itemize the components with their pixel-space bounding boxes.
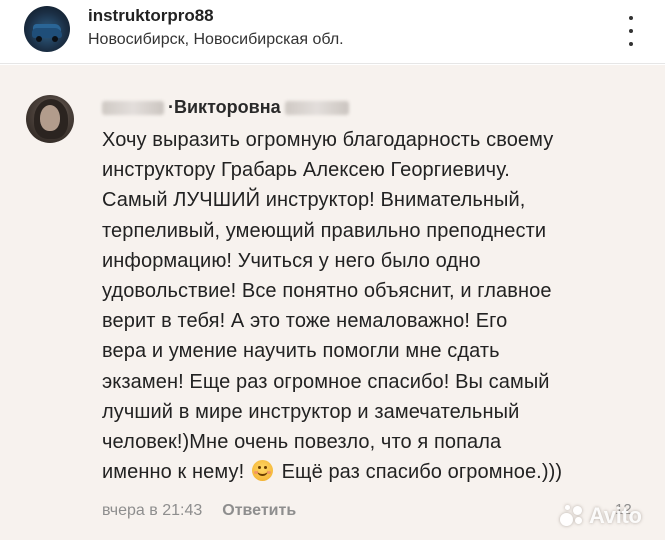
avito-watermark: Avito [560, 503, 642, 529]
comment-line: верит в тебя! А это тоже немаловажно! Ег… [102, 310, 508, 333]
comment-line-last: именно к нему! Ещё раз спасибо огромное.… [102, 457, 647, 487]
post-header: instruktorpro88 Новосибирск, Новосибирск… [0, 0, 665, 64]
account-name[interactable]: instruktorpro88 [88, 6, 214, 26]
comment-line: Хочу выразить огромную благодарность сво… [102, 129, 554, 151]
comment-line: лучший в мире инструктор и замечательный [102, 400, 520, 423]
avatar-face [40, 105, 60, 131]
comment-screenshot: ·Викторовна Хочу выразить огромную благо… [0, 65, 665, 540]
comment-line: удовольствие! Все понятно объяснит, и гл… [102, 280, 552, 303]
redacted-name [102, 100, 164, 115]
comment-author[interactable]: ·Викторовна [102, 97, 349, 118]
comment-text: Хочу выразить огромную благодарность сво… [102, 125, 647, 487]
commenter-avatar[interactable] [26, 95, 74, 143]
smiling-face-icon [251, 460, 273, 482]
account-avatar[interactable] [24, 6, 70, 52]
comment-line: вера и умение научить помогли мне сдать [102, 340, 500, 363]
avito-logo-icon [560, 504, 586, 528]
redacted-surname [284, 100, 349, 115]
comment-line: информацию! Учиться у него было одно [102, 249, 481, 272]
comment-line: человек!)Мне очень повезло, что я попала [102, 431, 502, 454]
comment-line: экзамен! Еще раз огромное спасибо! Вы са… [102, 370, 550, 393]
post-location[interactable]: Новосибирск, Новосибирская обл. [88, 31, 344, 49]
comment-line: инструктору Грабарь Алексею Георгиевичу. [102, 159, 510, 182]
author-patronymic: ·Викторовна [168, 97, 281, 117]
comment-text-before-emoji: именно к нему! [102, 461, 245, 484]
reply-button[interactable]: Ответить [222, 502, 296, 520]
comment-timestamp: вчера в 21:43 [102, 502, 203, 519]
more-vertical-icon[interactable] [625, 16, 637, 46]
car-wheel [36, 36, 42, 42]
car-wheel [52, 36, 58, 42]
comment-line: Самый ЛУЧШИЙ инструктор! Внимательный, [102, 189, 526, 212]
watermark-text: Avito [589, 503, 642, 528]
comment-line: терпеливый, умеющий правильно преподнест… [102, 219, 547, 242]
comment-text-after-emoji: Ещё раз спасибо огромное.))) [281, 461, 563, 484]
comment-footer: вчера в 21:43 Ответить [102, 502, 296, 520]
